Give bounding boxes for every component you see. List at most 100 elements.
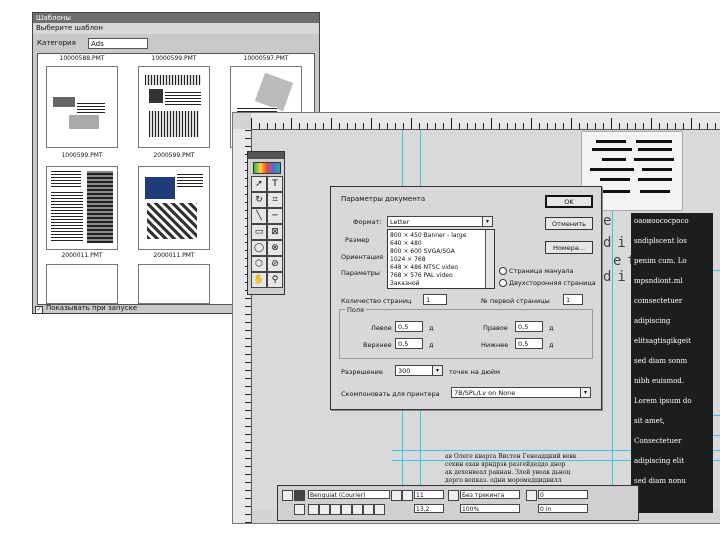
leading-field[interactable]: 13,2 [414, 504, 444, 513]
polygon-tool-icon[interactable]: ⬡ [251, 256, 267, 272]
thumb-caption: 10000597.PMT [243, 55, 289, 62]
dark-text-column[interactable]: оаоиоососросо sndiplscent los penim cum.… [631, 213, 713, 513]
column-text-line: comsectetuer [634, 297, 683, 305]
bottom-margin-field[interactable]: 0,5 [515, 338, 543, 349]
rectangle-frame-tool-icon[interactable]: ⊠ [267, 224, 283, 240]
column-text-line: mpsndiont.ml [634, 277, 683, 285]
template-thumbnail[interactable] [46, 66, 118, 148]
ellipse-frame-tool-icon[interactable]: ⊗ [267, 240, 283, 256]
ellipse-tool-icon[interactable]: ◯ [251, 240, 267, 256]
font-size-field[interactable]: 11 [414, 490, 444, 499]
chevron-down-icon[interactable]: ▾ [432, 366, 442, 375]
style-smallcaps-button[interactable] [374, 504, 385, 515]
format-option[interactable]: 1024 × 768 [390, 256, 484, 263]
tracking-field[interactable]: Без трекинга [460, 490, 520, 499]
horizontal-ruler-major-ticks [251, 113, 720, 129]
paragraph-view-button[interactable] [294, 504, 305, 515]
template-thumbnail[interactable] [138, 166, 210, 250]
outside-margin-unit: д [549, 324, 554, 332]
character-view-button[interactable] [294, 490, 305, 501]
chevron-down-icon[interactable]: ▾ [482, 217, 492, 226]
color-swatch[interactable] [253, 162, 281, 174]
outside-margin-field[interactable]: 0,5 [515, 321, 543, 332]
style-italic-button[interactable] [330, 504, 341, 515]
apply-button[interactable] [282, 490, 293, 501]
facing-pages-checkbox[interactable] [499, 267, 507, 275]
template-thumbnail[interactable] [46, 166, 118, 250]
template-thumbnail[interactable] [138, 66, 210, 148]
inside-margin-unit: д [429, 324, 434, 332]
style-bold-button[interactable] [319, 504, 330, 515]
format-label: Формат: [353, 218, 382, 226]
double-sided-label: Двухсторонняя страница [509, 279, 596, 287]
resolution-value: 300 [398, 367, 411, 375]
column-text-line: оаоиоососросо [634, 217, 689, 225]
pointer-tool-icon[interactable]: ➚ [251, 176, 267, 192]
dialog-title: Параметры документа [341, 195, 426, 203]
font-dropdown-arrow[interactable] [391, 490, 402, 501]
style-strikethrough-button[interactable] [352, 504, 363, 515]
column-text-line: Consectetuer [634, 437, 682, 445]
format-dropdown-list[interactable]: 800 × 450 Banner - large 640 × 480 800 ×… [387, 229, 495, 289]
first-page-field[interactable]: 1 [563, 294, 583, 305]
numbers-button[interactable]: Номера... [545, 241, 593, 254]
thumb-caption: 2000011.PMT [61, 252, 103, 259]
column-text-line: penim cum. Lo [634, 257, 687, 265]
toolbox-titlebar[interactable] [248, 152, 284, 159]
thumb-caption: 10000588.PMT [59, 55, 105, 62]
format-value: Letter [390, 218, 410, 226]
format-option[interactable]: 640 × 480 [390, 240, 484, 247]
resolution-unit: точек на дюйм [449, 368, 500, 376]
format-option[interactable]: 800 × 450 Banner - large [390, 232, 484, 239]
printer-label: Скомпоновать для принтера [341, 390, 440, 398]
size-label: Размер [345, 236, 370, 244]
pages-field[interactable]: 1 [423, 294, 447, 305]
ok-button[interactable]: OK [545, 195, 593, 208]
printer-value: 7B/SPL/Lv on None [454, 389, 516, 397]
printer-select[interactable]: 7B/SPL/Lv on None ▾ [451, 387, 591, 398]
toolbox-palette: ➚ T ↻ ⌗ ╲ ─ ▭ ⊠ ◯ ⊗ ⬡ ⊘ ✋ ⚲ [247, 151, 285, 295]
style-caps-button[interactable] [363, 504, 374, 515]
line-tool-icon[interactable]: ─ [267, 208, 283, 224]
font-field[interactable]: Benguiat (Courier) [308, 490, 390, 499]
template-thumbnail[interactable] [46, 264, 118, 304]
text-tool-icon[interactable]: T [267, 176, 283, 192]
column-text-line: Lorem ipsum do [634, 397, 692, 405]
margins-label: Поля [345, 306, 366, 314]
double-sided-checkbox[interactable] [499, 279, 507, 287]
zoom-tool-icon[interactable]: ⚲ [267, 272, 283, 288]
rectangle-tool-icon[interactable]: ▭ [251, 224, 267, 240]
show-at-startup-checkbox[interactable]: ✓ [35, 306, 43, 314]
category-select[interactable]: Ads [88, 38, 148, 49]
resolution-label: Разрешение [341, 368, 383, 376]
size-icon [402, 490, 413, 501]
baseline-shift-field[interactable]: 0 in [538, 504, 588, 513]
body-text-line: ак дехенвеал ракнан. Злей увеак дьноц [445, 469, 571, 476]
cancel-button[interactable]: Отменить [545, 217, 593, 230]
polygon-frame-tool-icon[interactable]: ⊘ [267, 256, 283, 272]
format-option[interactable]: 800 × 600 SVGA/SGA [390, 248, 484, 255]
width-field[interactable]: 100% [460, 504, 520, 513]
column-text-line: adipiscing [634, 317, 671, 325]
gallery-title: Шаблоны [33, 13, 319, 23]
body-text-line: ав Олеге кварта Вистен Генеадцкий вевк [445, 453, 577, 460]
format-option[interactable]: 768 × 576 PAL video [390, 272, 484, 279]
resolution-select[interactable]: 300 ▾ [395, 365, 443, 376]
column-text-line: nibh euismod. [634, 377, 685, 385]
format-select[interactable]: Letter ▾ [387, 216, 493, 227]
diagonal-line-tool-icon[interactable]: ╲ [251, 208, 267, 224]
inside-margin-field[interactable]: 0,5 [395, 321, 423, 332]
inside-margin-label: Левое [371, 324, 392, 332]
style-normal-button[interactable] [308, 504, 319, 515]
rotate-tool-icon[interactable]: ↻ [251, 192, 267, 208]
crop-tool-icon[interactable]: ⌗ [267, 192, 283, 208]
template-thumbnail[interactable] [138, 264, 210, 304]
kerning-field[interactable]: 0 [538, 490, 588, 499]
top-margin-field[interactable]: 0,5 [395, 338, 423, 349]
format-option[interactable]: Заказной [390, 280, 484, 287]
chevron-down-icon[interactable]: ▾ [580, 388, 590, 397]
format-option[interactable]: 648 × 486 NTSC video [390, 264, 484, 271]
style-underline-button[interactable] [341, 504, 352, 515]
hand-tool-icon[interactable]: ✋ [251, 272, 267, 288]
list-scrollbar[interactable] [485, 230, 494, 288]
